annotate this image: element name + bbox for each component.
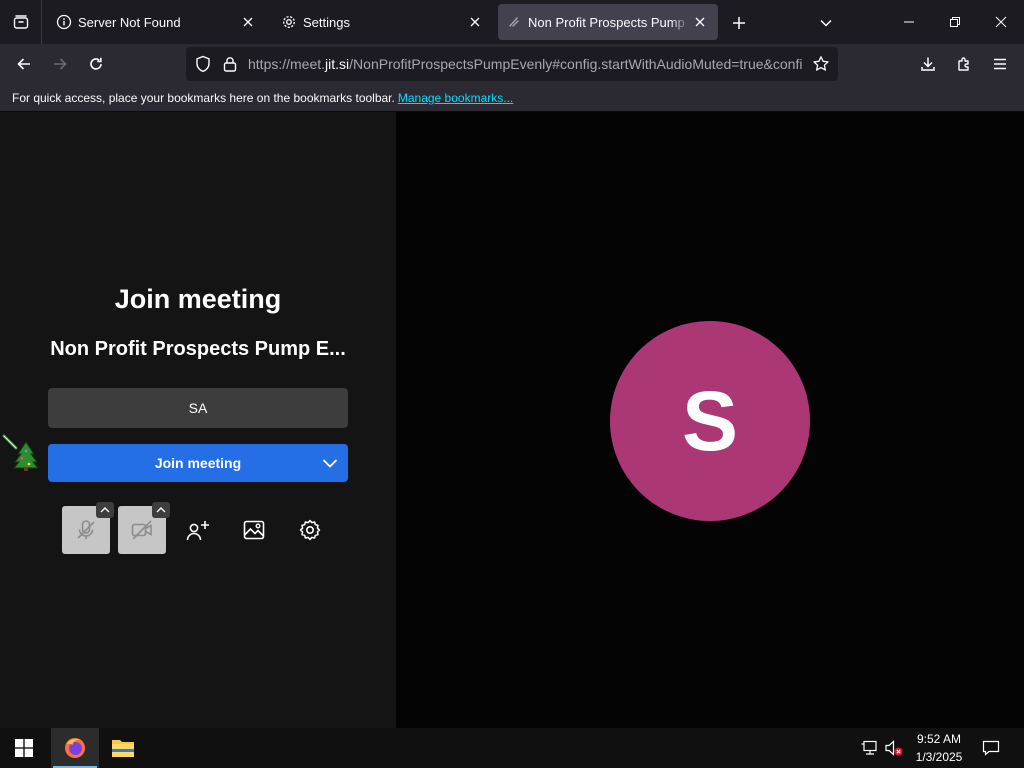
tab-settings[interactable]: Settings <box>273 4 493 40</box>
join-meeting-button[interactable]: Join meeting <box>48 444 348 482</box>
shield-icon[interactable] <box>194 55 212 73</box>
url-prefix: https://meet. <box>248 56 326 72</box>
arrow-right-icon <box>54 58 67 70</box>
windows-logo-icon <box>15 739 33 757</box>
firefox-icon <box>65 738 85 758</box>
tab-server-not-found[interactable]: Server Not Found <box>48 4 266 40</box>
display-name-input[interactable] <box>48 388 348 428</box>
new-tab-button[interactable] <box>728 12 750 34</box>
puzzle-icon <box>958 57 969 71</box>
chevron-up-icon <box>156 507 166 513</box>
close-icon <box>695 17 705 27</box>
url-host: jit.si <box>325 56 350 72</box>
file-explorer-icon <box>112 740 134 757</box>
close-tab-button[interactable] <box>465 12 485 32</box>
close-icon <box>243 17 253 27</box>
download-icon <box>921 57 935 71</box>
taskbar-file-explorer[interactable] <box>99 728 147 768</box>
list-all-tabs-button[interactable] <box>815 12 837 34</box>
chevron-down-icon <box>820 19 832 27</box>
jitsi-icon <box>506 14 522 30</box>
back-button[interactable] <box>9 50 39 78</box>
camera-off-icon <box>131 520 152 540</box>
tab-bar: Server Not Found Settings Non Profit Pro… <box>0 0 1024 44</box>
bookmarks-toolbar: For quick access, place your bookmarks h… <box>0 84 1024 112</box>
virtual-background-button[interactable] <box>230 506 278 554</box>
firefox-view-icon <box>13 15 28 29</box>
action-center-button[interactable] <box>978 736 1004 760</box>
page-content: Join meeting Non Profit Prospects Pump E… <box>0 112 1024 728</box>
tab-title: Server Not Found <box>78 14 181 30</box>
tab-title: Non Profit Prospects Pump Evenly <box>528 14 690 30</box>
star-icon <box>813 56 829 71</box>
address-bar[interactable]: https://meet.jit.si/NonProfitProspectsPu… <box>186 47 838 81</box>
settings-button[interactable] <box>286 506 334 554</box>
minimize-icon <box>904 21 914 23</box>
chevron-up-icon <box>100 507 110 513</box>
bookmarks-hint: For quick access, place your bookmarks h… <box>12 91 395 105</box>
arrow-left-icon <box>17 58 30 70</box>
invite-people-button[interactable] <box>174 506 222 554</box>
close-tab-button[interactable] <box>690 12 710 32</box>
taskbar-clock[interactable]: 9:52 AM 1/3/2025 <box>906 730 972 766</box>
windows-taskbar: 9:52 AM 1/3/2025 <box>0 728 1024 768</box>
gear-icon <box>281 14 297 30</box>
app-menu-button[interactable] <box>985 50 1015 78</box>
tab-jitsi-meeting[interactable]: Non Profit Prospects Pump Evenly <box>498 4 718 40</box>
avatar-initial: S <box>681 373 739 468</box>
taskbar-firefox[interactable] <box>51 728 99 768</box>
close-tab-button[interactable] <box>238 12 258 32</box>
page-title: Join meeting <box>114 284 282 314</box>
volume-muted-icon[interactable] <box>884 738 904 758</box>
clock-date: 1/3/2025 <box>915 750 963 764</box>
minimize-button[interactable] <box>886 0 932 44</box>
audio-settings-button[interactable] <box>96 502 114 518</box>
reload-icon <box>90 57 102 70</box>
microphone-muted-icon <box>77 520 95 539</box>
lock-icon[interactable] <box>221 55 239 73</box>
bookmark-star-button[interactable] <box>812 55 830 73</box>
tab-title: Settings <box>303 14 350 30</box>
extensions-button[interactable] <box>949 50 979 78</box>
christmas-tree-cursor-icon <box>2 434 40 471</box>
close-window-button[interactable] <box>978 0 1024 44</box>
notification-icon <box>982 740 1000 756</box>
chevron-down-icon <box>322 459 338 468</box>
clock-time: 9:52 AM <box>916 732 962 746</box>
reload-button[interactable] <box>81 50 111 78</box>
close-icon <box>470 17 480 27</box>
firefox-view-button[interactable] <box>0 0 42 44</box>
forward-button[interactable] <box>45 50 75 78</box>
prejoin-panel: Join meeting Non Profit Prospects Pump E… <box>0 112 396 728</box>
network-icon[interactable] <box>860 738 880 758</box>
video-settings-button[interactable] <box>152 502 170 518</box>
manage-bookmarks-link[interactable]: Manage bookmarks... <box>398 91 513 105</box>
hamburger-icon <box>994 58 1006 70</box>
start-button[interactable] <box>0 728 48 768</box>
downloads-button[interactable] <box>913 50 943 78</box>
restore-icon <box>950 17 960 27</box>
url-path: /NonProfitProspectsPumpEvenly#config.sta… <box>349 56 802 72</box>
navigation-toolbar: https://meet.jit.si/NonProfitProspectsPu… <box>0 44 1024 84</box>
gear-icon <box>299 519 321 541</box>
restore-button[interactable] <box>932 0 978 44</box>
avatar: S <box>610 321 810 521</box>
url-text[interactable]: https://meet.jit.si/NonProfitProspectsPu… <box>248 47 802 81</box>
virtual-background-icon <box>243 520 265 540</box>
room-name: Non Profit Prospects Pump E... <box>50 338 346 360</box>
plus-icon <box>733 17 745 29</box>
close-icon <box>995 16 1007 28</box>
invite-icon <box>186 521 209 541</box>
join-meeting-label: Join meeting <box>154 455 242 471</box>
info-icon <box>56 14 72 30</box>
join-options-dropdown[interactable] <box>320 453 340 473</box>
